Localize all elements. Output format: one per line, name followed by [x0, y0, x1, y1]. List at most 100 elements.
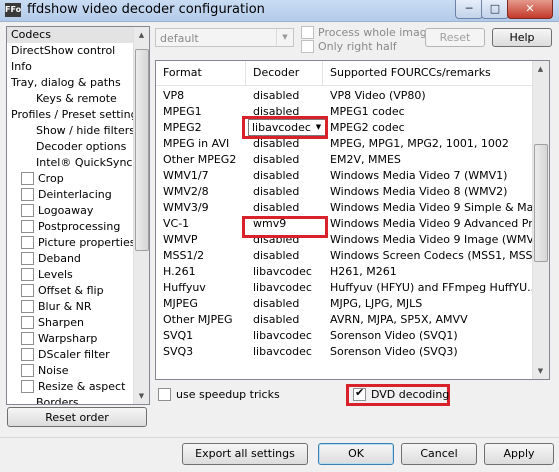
apply-button[interactable]: Apply: [484, 443, 554, 465]
chevron-down-icon: ▼: [276, 29, 293, 46]
codec-row[interactable]: WMV2/8 disabled Windows Media Video 8 (WMV…: [156, 184, 533, 200]
codec-row[interactable]: H.261 libavcodec H261, M261: [156, 264, 533, 280]
dvd-decoding-checkbox[interactable]: ✔: [353, 386, 366, 401]
only-right-half-checkbox[interactable]: [301, 39, 314, 53]
tree-item[interactable]: Postprocessing: [7, 219, 133, 235]
filter-enable-checkbox[interactable]: [21, 267, 34, 281]
tree-item[interactable]: Offset & flip: [7, 283, 133, 299]
speedup-tricks-option[interactable]: use speedup tricks: [158, 387, 280, 402]
codec-row[interactable]: Other MJPEG disabled AVRN, MJPA, SP5X, AMV…: [156, 312, 533, 328]
export-all-settings-button[interactable]: Export all settings: [182, 443, 308, 465]
codec-row[interactable]: WMV3/9 disabled Windows Media Video 9 Simp…: [156, 200, 533, 216]
only-right-half-option[interactable]: Only right half: [301, 39, 397, 54]
codec-row[interactable]: SVQ3 libavcodec Sorenson Video (SVQ3): [156, 344, 533, 360]
scroll-up-arrow-icon[interactable]: ▲: [134, 27, 149, 43]
codec-row[interactable]: VP8 disabled VP8 Video (VP80): [156, 88, 533, 104]
tree-item[interactable]: Sharpen: [7, 315, 133, 331]
codec-format: MPEG2: [163, 121, 202, 134]
codec-row[interactable]: MSS1/2 disabled Windows Screen Codecs (MSS…: [156, 248, 533, 264]
tree-item[interactable]: Intel® QuickSync: [7, 155, 133, 171]
tree-item-label: Decoder options: [36, 140, 127, 153]
scroll-down-arrow-icon[interactable]: ▼: [533, 363, 548, 379]
filter-enable-checkbox[interactable]: [21, 219, 34, 233]
column-header-remarks[interactable]: Supported FOURCCs/remarks: [323, 61, 533, 85]
tree-item[interactable]: Warpsharp: [7, 331, 133, 347]
help-button[interactable]: Help: [492, 28, 552, 47]
tree-item[interactable]: Blur & NR: [7, 299, 133, 315]
codec-decoder: disabled: [253, 249, 300, 262]
codec-row[interactable]: MPEG1 disabled MPEG1 codec: [156, 104, 533, 120]
tree-item[interactable]: Levels: [7, 267, 133, 283]
filter-enable-checkbox[interactable]: [21, 299, 34, 313]
filter-enable-checkbox[interactable]: [21, 363, 34, 377]
decoder-dropdown[interactable]: libavcodec ▼: [248, 119, 326, 136]
filter-enable-checkbox[interactable]: [21, 315, 34, 329]
tree-item[interactable]: Picture properties: [7, 235, 135, 251]
codec-remarks: MPEG2 codec: [330, 121, 405, 134]
tree-scrollbar[interactable]: ▲ ▼: [133, 27, 149, 404]
tree-item[interactable]: Crop: [7, 171, 133, 187]
ok-button[interactable]: OK: [318, 443, 394, 465]
codec-row[interactable]: MPEG2 libavcodec ▼ MPEG2 codec: [156, 119, 533, 136]
codec-decoder: libavcodec: [253, 281, 312, 294]
tree-scrollbar-thumb[interactable]: [135, 49, 149, 251]
tree-item[interactable]: Borders: [7, 395, 133, 404]
tree-item[interactable]: DScaler filter: [7, 347, 133, 363]
scroll-down-arrow-icon[interactable]: ▼: [134, 388, 149, 404]
codec-row[interactable]: MPEG in AVI disabled MPEG, MPG1, MPG2, 100…: [156, 136, 533, 152]
scroll-up-arrow-icon[interactable]: ▲: [533, 61, 548, 77]
tree-item[interactable]: Keys & remote: [7, 91, 133, 107]
filter-enable-checkbox[interactable]: [21, 187, 34, 201]
tree-item-label: Offset & flip: [38, 284, 104, 297]
filter-enable-checkbox[interactable]: [21, 235, 34, 249]
tree-item[interactable]: Logoaway: [7, 203, 133, 219]
reset-button[interactable]: Reset: [425, 28, 485, 47]
tree-item[interactable]: Noise: [7, 363, 133, 379]
filter-enable-checkbox[interactable]: [21, 251, 34, 265]
filter-enable-checkbox[interactable]: [21, 379, 34, 393]
tree-item-label: Levels: [38, 268, 73, 281]
process-whole-image-option[interactable]: Process whole image: [301, 25, 434, 40]
tree-item[interactable]: Deband: [7, 251, 133, 267]
minimize-button[interactable]: ─: [455, 0, 483, 19]
reset-order-button[interactable]: Reset order: [7, 407, 147, 427]
tree-item[interactable]: Info: [7, 59, 133, 75]
codec-row[interactable]: VC-1 wmv9 Windows Media Video 9 Advanced P…: [156, 216, 533, 232]
tree-item[interactable]: DirectShow control: [7, 43, 133, 59]
tree-item[interactable]: Resize & aspect: [7, 379, 133, 395]
codec-row[interactable]: WMV1/7 disabled Windows Media Video 7 (WMV…: [156, 168, 533, 184]
process-whole-image-checkbox[interactable]: [301, 25, 314, 39]
codec-format: Huffyuv: [163, 281, 206, 294]
list-scrollbar-thumb[interactable]: [534, 144, 548, 262]
tree-item-label: Blur & NR: [38, 300, 92, 313]
tree-item[interactable]: Deinterlacing: [7, 187, 133, 203]
list-scrollbar[interactable]: ▲ ▼: [532, 61, 549, 379]
codec-row[interactable]: WMVP disabled Windows Media Video 9 Image …: [156, 232, 533, 248]
codec-row[interactable]: SVQ1 libavcodec Sorenson Video (SVQ1): [156, 328, 533, 344]
column-header-format[interactable]: Format: [156, 61, 246, 85]
tree-item[interactable]: Codecs: [7, 27, 133, 43]
close-button[interactable]: ✕: [507, 0, 553, 19]
codec-remarks: MPEG, MPG1, MPG2, 1001, 1002: [330, 137, 509, 150]
filter-enable-checkbox[interactable]: [21, 171, 34, 185]
preset-dropdown[interactable]: default ▼: [155, 28, 294, 47]
codec-decoder: disabled: [253, 233, 300, 246]
filter-enable-checkbox[interactable]: [21, 331, 34, 345]
column-header-decoder[interactable]: Decoder: [246, 61, 323, 85]
dvd-decoding-option[interactable]: ✔ DVD decoding: [353, 386, 449, 402]
codec-row[interactable]: Other MPEG2 disabled EM2V, MMES: [156, 152, 533, 168]
codec-row[interactable]: Huffyuv libavcodec Huffyuv (HFYU) and FFmp…: [156, 280, 533, 296]
filter-enable-checkbox[interactable]: [21, 283, 34, 297]
tree-item-label: Show / hide filters: [36, 124, 135, 137]
cancel-button[interactable]: Cancel: [401, 443, 477, 465]
filter-enable-checkbox[interactable]: [21, 347, 34, 361]
speedup-tricks-checkbox[interactable]: [158, 387, 171, 401]
tree-item[interactable]: Tray, dialog & paths: [7, 75, 133, 91]
filter-enable-checkbox[interactable]: [21, 203, 34, 217]
codec-row[interactable]: MJPEG disabled MJPG, LJPG, MJLS: [156, 296, 533, 312]
tree-item[interactable]: Show / hide filters: [7, 123, 135, 139]
tree-item-label: Deband: [38, 252, 81, 265]
tree-item[interactable]: Profiles / Preset settings: [7, 107, 143, 123]
tree-item[interactable]: Decoder options: [7, 139, 133, 155]
maximize-button[interactable]: □: [481, 0, 509, 19]
